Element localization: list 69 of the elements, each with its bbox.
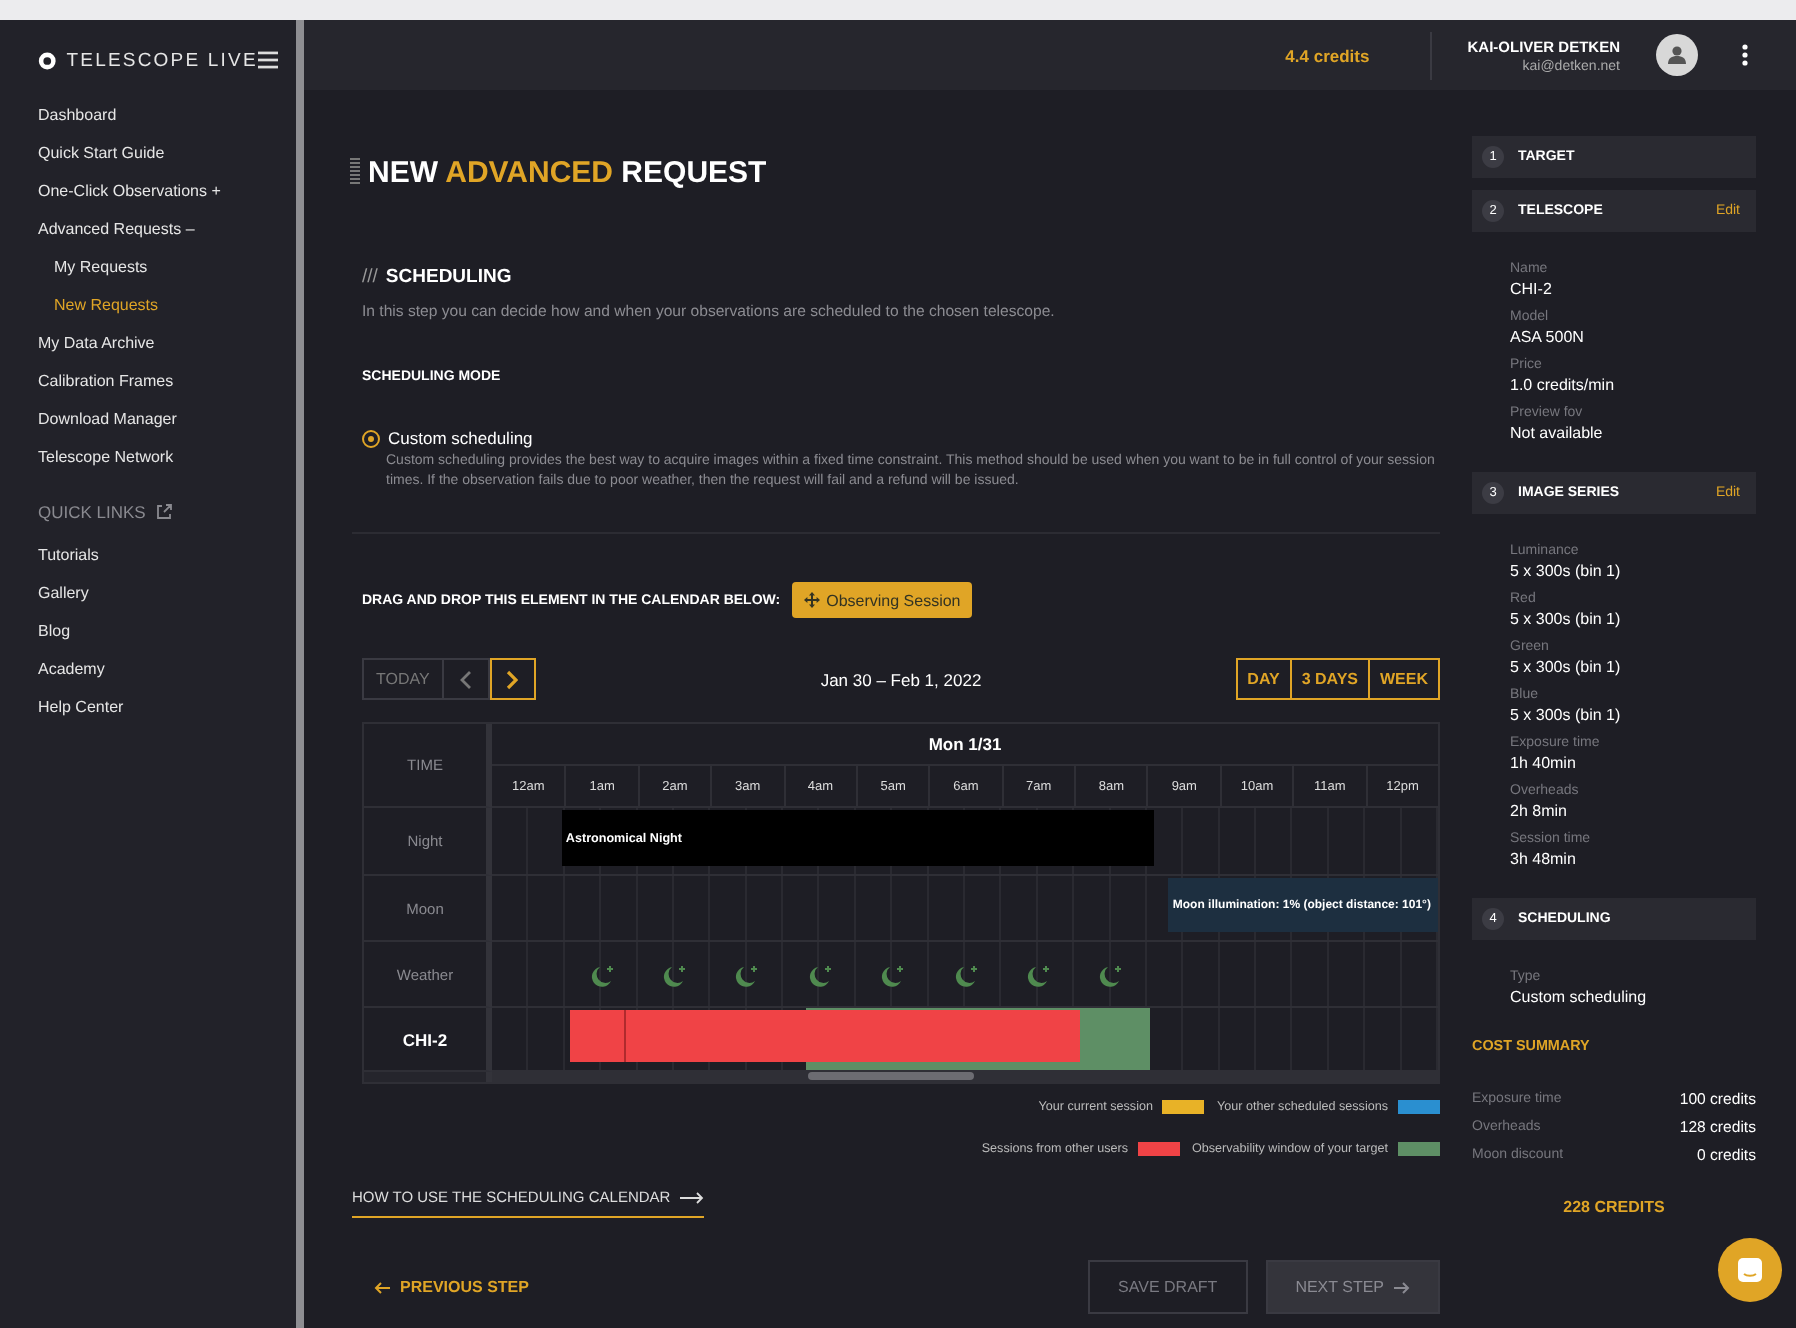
avatar-button[interactable] [1656,34,1698,76]
clear-night-icon [659,964,688,988]
quick-link[interactable]: Blog [0,612,296,650]
sidebar-item[interactable]: My Data Archive [0,324,296,362]
clear-night-icon [805,964,834,988]
sidebar-item[interactable]: Advanced Requests – [0,210,296,248]
arrow-left-icon [374,1281,390,1293]
sidebar-item[interactable]: Calibration Frames [0,362,296,400]
field-value: 1.0 credits/min [1510,374,1617,396]
clear-night-icon [587,964,616,988]
external-link-icon [155,503,172,519]
chat-icon [1736,1256,1764,1284]
sidebar-item[interactable]: New Requests [0,286,296,324]
menu-icon [257,50,278,70]
sidebar-item[interactable]: Telescope Network [0,438,296,476]
quick-link[interactable]: Help Center [0,688,296,726]
total-cost: 228 CREDITS [1561,1198,1667,1216]
app-logo: TELESCOPE LIVE [66,49,258,71]
clear-night-icon [878,964,907,988]
page-title: NEW ADVANCED REQUEST [368,155,767,189]
chat-button[interactable] [1718,1238,1782,1302]
clear-night-icon [951,964,979,988]
field-value: 5 x 300s (bin 1) [1510,608,1623,630]
user-icon [1668,46,1686,64]
arrow-right-icon [1394,1281,1410,1293]
sidebar-item[interactable]: One-Click Observations + [0,172,296,210]
field-value: 5 x 300s (bin 1) [1510,704,1623,726]
kebab-icon [1742,44,1748,66]
field-value: 1h 40min [1510,752,1578,774]
radio-button[interactable] [362,429,380,447]
clear-night-icon [732,964,761,988]
next-button[interactable] [489,658,536,700]
view-button[interactable]: 3 DAYS [1291,658,1370,700]
sidebar-item[interactable]: Dashboard [0,96,296,134]
field-value: 5 x 300s (bin 1) [1510,656,1623,678]
chevron-left-icon [459,669,472,689]
grip-icon [350,158,360,186]
clear-night-icon [1096,964,1125,988]
day-heading: Mon 1/31 [492,724,1438,766]
sidebar-item[interactable]: Download Manager [0,400,296,438]
arrow-right-icon [680,1191,705,1203]
option-label: Custom scheduling [388,428,533,448]
field-value: CHI-2 [1510,278,1554,300]
view-button[interactable]: DAY [1235,658,1292,700]
section-prefix: /// [362,266,378,288]
sidebar-item[interactable]: My Requests [0,248,296,286]
view-button[interactable]: WEEK [1370,658,1440,700]
logo-icon [38,49,57,71]
date-range: Jan 30 – Feb 1, 2022 [820,669,982,689]
clear-night-icon [1023,964,1052,988]
quick-link[interactable]: Tutorials [0,536,296,574]
more-button[interactable] [1738,44,1752,66]
field-value: Custom scheduling [1510,986,1649,1008]
field-value: 3h 48min [1510,848,1578,870]
field-value: 5 x 300s (bin 1) [1510,560,1623,582]
field-value: 2h 8min [1510,800,1569,822]
scrollbar-thumb[interactable] [808,1072,975,1080]
quick-link[interactable]: Academy [0,650,296,688]
credits-balance: 4.4 credits [1285,45,1370,65]
field-value: Not available [1510,422,1605,444]
chevron-right-icon [506,669,519,689]
sidebar-item[interactable]: Quick Start Guide [0,134,296,172]
field-value: ASA 500N [1510,326,1586,348]
quick-link[interactable]: Gallery [0,574,296,612]
section-heading: QUICK LINKS [38,501,146,521]
move-icon [804,592,821,608]
section-title: SCHEDULING [385,266,512,288]
observing-session-button[interactable]: Observing Session [792,582,973,618]
previous-step-button[interactable]: PREVIOUS STEP [374,1278,1089,1296]
